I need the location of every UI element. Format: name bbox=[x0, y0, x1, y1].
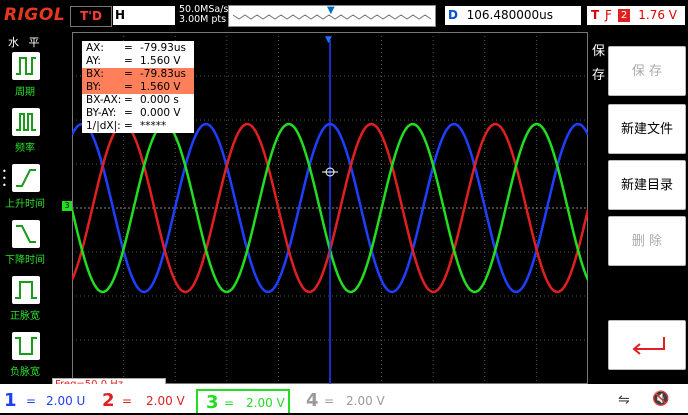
trigger-time-marker-icon: ▼ bbox=[325, 35, 332, 45]
fall-time-label: 下降时间 bbox=[5, 255, 45, 266]
return-arrow-icon bbox=[632, 337, 665, 355]
left-menu: 水 平 周期 频率 上升时间 • • • 下降时间 正脉宽 负脉宽 bbox=[0, 32, 50, 384]
trigger-level-value: 1.76 V bbox=[638, 8, 677, 22]
channel-1-scale: 2.00 U bbox=[46, 394, 86, 408]
cursor-row-by: BY: = 1.560 V bbox=[82, 81, 194, 94]
cursor-row-inv-dx: 1/|dX|: = ***** bbox=[86, 120, 167, 132]
new-folder-button[interactable]: 新建目录 bbox=[608, 160, 686, 210]
rise-time-icon bbox=[16, 169, 36, 187]
positive-width-button[interactable] bbox=[12, 276, 40, 304]
channel-1-tab[interactable]: 1 = 2.00 U bbox=[4, 389, 88, 413]
rise-time-button[interactable] bbox=[12, 164, 40, 192]
speaker-muted-icon[interactable]: 🔇 bbox=[652, 391, 669, 407]
trigger-box[interactable]: T Ƒ 2 1.76 V bbox=[587, 6, 685, 25]
save-button[interactable]: 保 存 bbox=[608, 46, 686, 96]
period-icon bbox=[16, 57, 36, 75]
cursor-row-dy: BY-AY: = 0.000 V bbox=[86, 107, 181, 119]
return-button[interactable] bbox=[608, 320, 686, 370]
delay-box[interactable]: D 106.480000us bbox=[445, 6, 581, 25]
channel-3-tab[interactable]: 3 = 2.00 V bbox=[196, 389, 290, 413]
period-label: 周期 bbox=[15, 87, 35, 98]
positive-width-label: 正脉宽 bbox=[10, 311, 40, 322]
save-menu-title: 保 存 bbox=[592, 44, 606, 83]
cursor-row-bx: BX: = -79.83us bbox=[82, 68, 194, 81]
delete-button[interactable]: 删 除 bbox=[608, 216, 686, 266]
negative-width-button[interactable] bbox=[12, 332, 40, 360]
page-indicator-dots: • • • bbox=[2, 167, 7, 190]
channel-4-scale: 2.00 V bbox=[346, 394, 385, 408]
horizontal-key: H bbox=[113, 6, 127, 25]
channel-1-number: 1 bbox=[4, 390, 17, 411]
negative-width-label: 负脉宽 bbox=[10, 367, 40, 378]
delay-value: 106.480000us bbox=[466, 8, 553, 22]
negative-width-icon bbox=[15, 337, 37, 355]
cursor-row-ax: AX: = -79.93us bbox=[86, 42, 186, 54]
channel-2-number: 2 bbox=[102, 390, 115, 411]
channel-1-coupling: = bbox=[26, 394, 37, 408]
timebase-box[interactable]: H 5.00ms bbox=[113, 6, 175, 41]
trigger-position-icon: ▼ bbox=[327, 5, 335, 16]
run-status-badge[interactable]: T'D bbox=[70, 6, 112, 27]
cursor-row-dx: BX-AX: = 0.000 s bbox=[86, 94, 179, 106]
channel-4-number: 4 bbox=[306, 390, 319, 411]
trigger-key: T bbox=[591, 8, 600, 22]
frequency-button[interactable] bbox=[12, 108, 40, 136]
channel-3-coupling: = bbox=[224, 396, 235, 410]
rise-time-label: 上升时间 bbox=[5, 199, 45, 210]
channel-2-coupling: = bbox=[122, 394, 133, 408]
cursor-measurement-panel: AX: = -79.93us AY: = 1.560 V BX: = -79.83us BY… bbox=[82, 41, 194, 133]
brand-logo: RIGOL bbox=[4, 5, 66, 25]
new-file-button[interactable]: 新建文件 bbox=[608, 104, 686, 154]
fall-time-icon bbox=[16, 225, 36, 243]
channel-3-scale: 2.00 V bbox=[246, 396, 285, 410]
rising-edge-icon: Ƒ bbox=[605, 8, 612, 22]
delay-key: D bbox=[448, 8, 458, 22]
channel-2-tab[interactable]: 2 = 2.00 V bbox=[98, 389, 188, 413]
channel-4-coupling: = bbox=[324, 394, 335, 408]
frequency-label: 频率 bbox=[15, 143, 35, 154]
channel-3-number: 3 bbox=[206, 392, 219, 413]
fall-time-button[interactable] bbox=[12, 220, 40, 248]
period-button[interactable] bbox=[12, 52, 40, 80]
trigger-source-badge: 2 bbox=[618, 9, 630, 22]
left-menu-title: 水 平 bbox=[8, 36, 43, 49]
frequency-icon bbox=[16, 113, 36, 131]
acquisition-info: 50.0MSa/s 3.00M pts bbox=[179, 5, 228, 25]
positive-width-icon bbox=[15, 281, 37, 299]
channel-2-scale: 2.00 V bbox=[146, 394, 185, 408]
memory-overview-strip[interactable]: ▼ bbox=[228, 5, 436, 27]
memory-depth: 3.00M pts bbox=[179, 14, 227, 25]
channel-3-ground-marker[interactable]: 3 bbox=[62, 201, 72, 211]
cursor-row-ay: AY: = 1.560 V bbox=[86, 55, 181, 67]
usb-icon: ⇋ bbox=[618, 392, 630, 408]
channel-4-tab[interactable]: 4 = 2.00 V bbox=[300, 389, 390, 413]
